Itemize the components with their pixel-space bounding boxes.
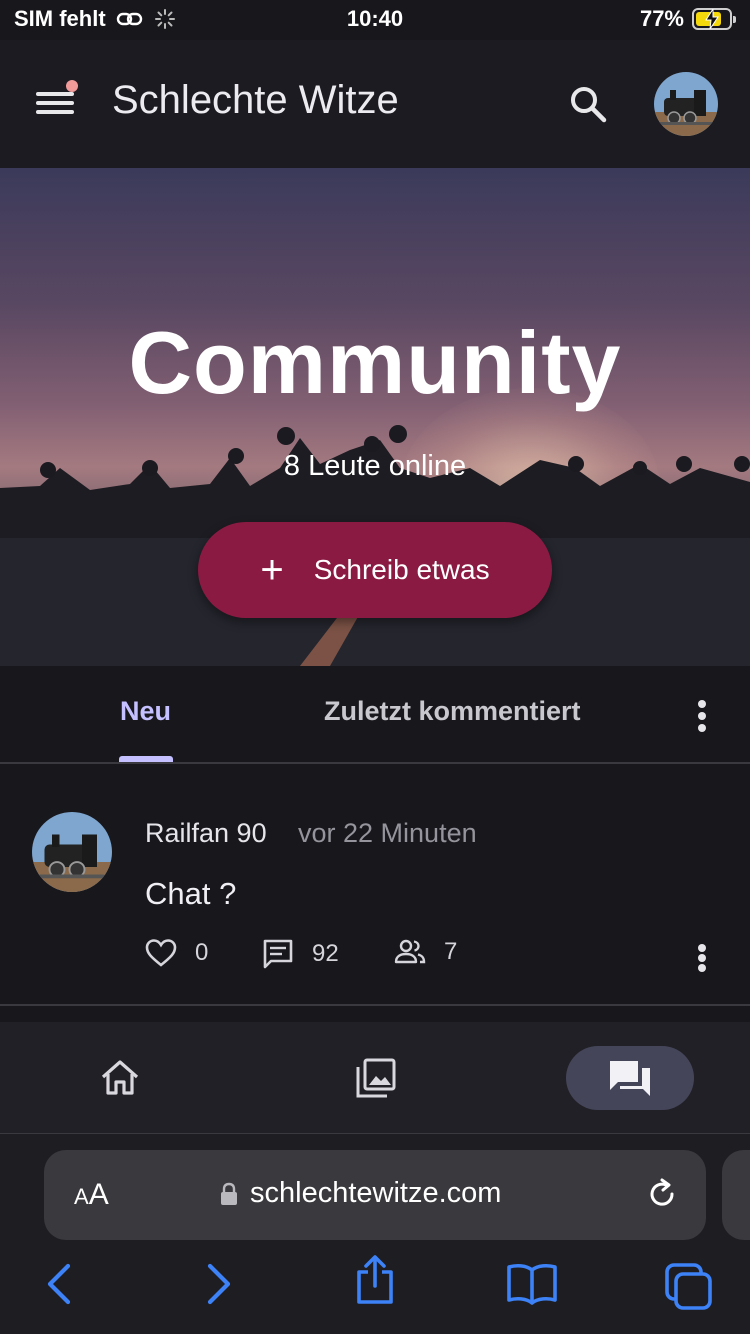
- nav-community[interactable]: [566, 1046, 694, 1110]
- status-time: 10:40: [346, 6, 404, 31]
- user-avatar[interactable]: [654, 72, 718, 136]
- more-vertical-icon: [698, 944, 706, 952]
- post-author-avatar[interactable]: [32, 812, 112, 892]
- post-text[interactable]: Chat ?: [145, 876, 236, 912]
- gallery-icon: [356, 1058, 396, 1098]
- people-icon: [394, 939, 426, 964]
- like-button[interactable]: 0: [145, 938, 208, 968]
- share-icon[interactable]: [354, 1254, 396, 1306]
- forum-icon: [610, 1061, 650, 1096]
- post-more-button[interactable]: [688, 940, 716, 972]
- write-post-label: Schreib etwas: [313, 554, 490, 585]
- locomotive-avatar-image: [32, 812, 112, 892]
- more-vertical-icon: [698, 700, 706, 708]
- status-bar: SIM fehlt 10:40 77%: [0, 0, 750, 40]
- comment-icon: [263, 939, 293, 969]
- forward-icon[interactable]: [200, 1262, 236, 1306]
- nav-gallery[interactable]: [312, 1046, 440, 1110]
- post-card[interactable]: Railfan 90 vor 22 Minuten Chat ? 0 92 7: [0, 766, 750, 1006]
- battery-percent: 77%: [639, 6, 684, 31]
- tab-recently-commented[interactable]: Zuletzt kommentiert: [324, 696, 581, 727]
- next-tab-peek[interactable]: [722, 1150, 750, 1240]
- tabs-icon[interactable]: [664, 1262, 714, 1310]
- search-icon: [571, 87, 607, 123]
- write-post-button[interactable]: + Schreib etwas: [198, 522, 552, 618]
- hero-title: Community: [128, 313, 622, 412]
- tab-new[interactable]: Neu: [120, 696, 171, 727]
- feed-tabs: Neu Zuletzt kommentiert: [0, 666, 750, 764]
- online-count: 8 Leute online: [283, 450, 467, 482]
- heart-outline-icon: [145, 939, 177, 967]
- post-time: vor 22 Minuten: [298, 818, 477, 848]
- menu-button[interactable]: [36, 80, 78, 118]
- hamburger-menu-icon: [36, 92, 74, 96]
- bolt-icon: [705, 9, 719, 29]
- like-count: 0: [195, 939, 209, 966]
- app-bar: Schlechte Witze: [0, 40, 750, 168]
- url-text[interactable]: schlechtewitze.com: [250, 1177, 501, 1210]
- back-icon[interactable]: [42, 1262, 78, 1306]
- participant-count: 7: [444, 938, 458, 965]
- lock-icon: [221, 1182, 237, 1205]
- search-button[interactable]: [566, 82, 610, 126]
- tabs-more-button[interactable]: [688, 694, 716, 734]
- notification-dot: [66, 80, 78, 92]
- status-right: 77%: [639, 6, 736, 32]
- comment-button[interactable]: 92: [262, 938, 339, 970]
- browser-toolbar: [0, 1255, 750, 1322]
- bottom-navigation: [0, 1022, 750, 1134]
- app-title[interactable]: Schlechte Witze: [112, 78, 399, 123]
- browser-chrome: AA schlechtewitze.com: [0, 1134, 750, 1334]
- home-icon: [101, 1060, 139, 1095]
- text-size-button[interactable]: AA: [74, 1178, 109, 1212]
- locomotive-avatar-image: [654, 72, 718, 136]
- reload-icon[interactable]: [642, 1174, 682, 1214]
- post-author[interactable]: Railfan 90: [145, 818, 267, 849]
- battery-icon: [692, 8, 736, 30]
- address-bar[interactable]: AA schlechtewitze.com: [44, 1150, 706, 1240]
- plus-icon: +: [260, 548, 284, 592]
- bookmarks-icon[interactable]: [506, 1262, 558, 1306]
- active-tab-indicator: [119, 756, 173, 762]
- community-hero: Community 8 Leute online + Schreib etwas: [0, 168, 750, 666]
- nav-home[interactable]: [56, 1046, 184, 1110]
- comment-count: 92: [312, 940, 339, 967]
- participants-button[interactable]: 7: [394, 938, 457, 966]
